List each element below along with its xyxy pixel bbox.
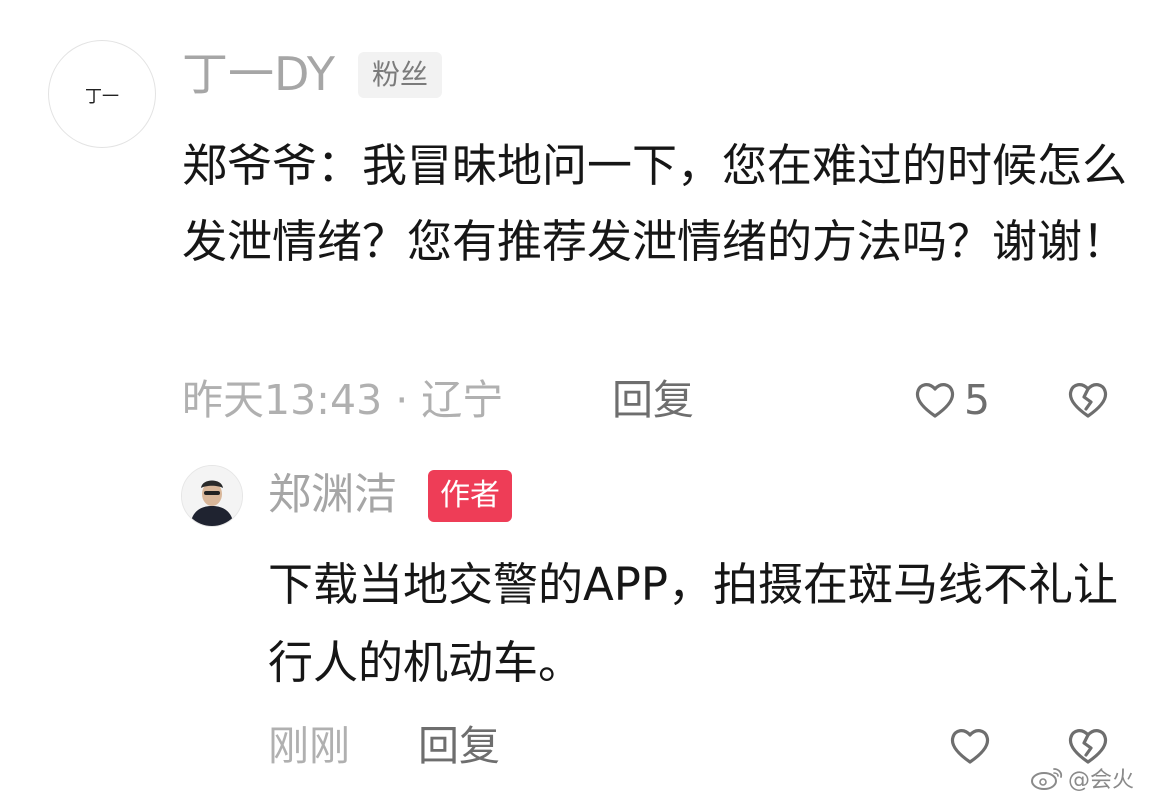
heart-outline-icon[interactable] [948,724,992,768]
heart-outline-icon[interactable] [913,378,957,422]
reply-username[interactable]: 郑渊洁 [268,465,397,525]
comment-text: 郑爷爷：我冒昧地问一下，您在难过的时候怎么发泄情绪？您有推荐发泄情绪的方法吗？谢… [182,139,1128,268]
fan-badge: 粉丝 [358,52,443,98]
author-avatar[interactable] [181,465,243,527]
comment-username[interactable]: 丁一DY [182,44,335,104]
reply-button[interactable]: 回复 [418,716,500,776]
watermark-text: @会火 [1068,768,1135,793]
broken-heart-icon[interactable] [1066,378,1110,422]
watermark: @会火 [1030,762,1134,794]
comment-timestamp: 昨天13:43 · 辽宁 [182,376,504,424]
weibo-logo-icon [1031,768,1063,790]
reply-button[interactable]: 回复 [612,370,694,430]
like-count: 5 [964,376,991,424]
reply-timestamp: 刚刚 [268,722,350,770]
reply-text: 下载当地交警的APP，拍摄在斑马线不礼让行人的机动车。 [268,558,1119,689]
author-badge: 作者 [428,470,512,522]
person-photo-icon [182,466,242,526]
avatar[interactable]: 丁一 [48,40,156,148]
avatar-text: 丁一 [85,86,119,107]
